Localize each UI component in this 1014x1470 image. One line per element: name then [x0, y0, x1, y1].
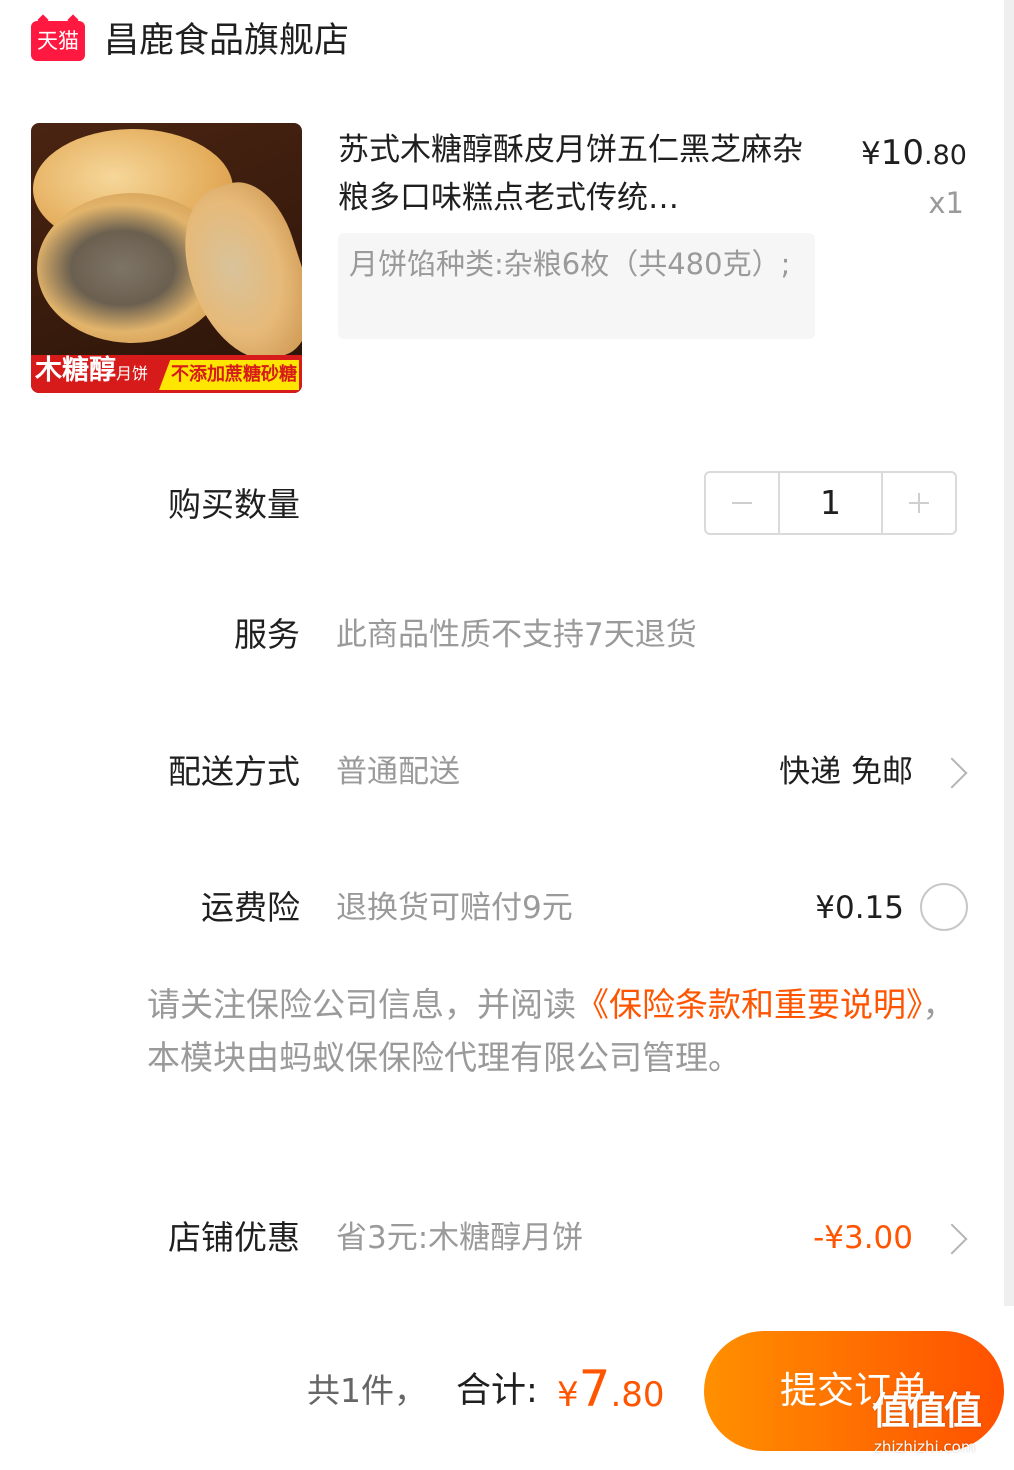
watermark-url: zhizhizhi.com [874, 1438, 976, 1456]
sku-text: 月饼馅种类:杂粮6枚（共480克）; [349, 247, 791, 281]
watermark: 值值值 zhizhizhi.com [870, 1388, 1010, 1464]
shop-name[interactable]: 昌鹿食品旗舰店 [104, 18, 349, 64]
radio-icon[interactable] [920, 883, 968, 931]
total-amount: ¥7.80 [557, 1360, 665, 1418]
insurance-notice: 请关注保险公司信息，并阅读《保险条款和重要说明》，本模块由蚂蚁保保险代理有限公司… [147, 978, 973, 1084]
minus-icon[interactable] [706, 473, 780, 533]
shipping-insurance-value: 退换货可赔付9元 [336, 890, 573, 926]
product-image[interactable]: 木糖醇月饼 不添加蔗糖砂糖 [31, 123, 302, 393]
quantity-value[interactable]: 1 [780, 473, 881, 533]
insurance-terms-link[interactable]: 《保险条款和重要说明》 [576, 985, 923, 1024]
product-price: ¥10.80 [861, 133, 967, 173]
quantity-stepper[interactable]: 1 [704, 471, 957, 535]
shop-discount-value[interactable]: 省3元:木糖醇月饼 [336, 1215, 583, 1261]
shipping-insurance-label: 运费险 [201, 888, 300, 927]
notice-prefix: 请关注保险公司信息，并阅读 [147, 985, 576, 1024]
product-quantity: x1 [928, 186, 964, 220]
total-label: 合计: [456, 1371, 538, 1411]
scroll-edge [1004, 0, 1014, 1306]
item-count: 共1件， [307, 1371, 427, 1410]
image-banner-main-text: 木糖醇月饼 [35, 355, 149, 386]
purchase-quantity-label: 购买数量 [168, 485, 300, 524]
shop-discount-amount[interactable]: -¥3.00 [813, 1215, 913, 1261]
plus-icon[interactable] [881, 473, 955, 533]
sku-box[interactable]: 月饼馅种类:杂粮6枚（共480克）; [338, 233, 815, 339]
delivery-label: 配送方式 [168, 752, 300, 791]
tmall-logo-icon: 天猫 [31, 21, 85, 61]
shipping-insurance-price: ¥0.15 [815, 890, 904, 926]
shop-discount-label: 店铺优惠 [168, 1218, 300, 1257]
service-value: 此商品性质不支持7天退货 [336, 617, 697, 653]
service-label: 服务 [234, 615, 300, 654]
product-title[interactable]: 苏式木糖醇酥皮月饼五仁黑芝麻杂粮多口味糕点老式传统… [338, 126, 808, 222]
delivery-method[interactable]: 快递 免邮 [779, 749, 913, 795]
image-banner-tag-text: 不添加蔗糖砂糖 [171, 364, 297, 385]
watermark-mark: 值值值 [872, 1389, 982, 1433]
delivery-value[interactable]: 普通配送 [336, 749, 460, 795]
